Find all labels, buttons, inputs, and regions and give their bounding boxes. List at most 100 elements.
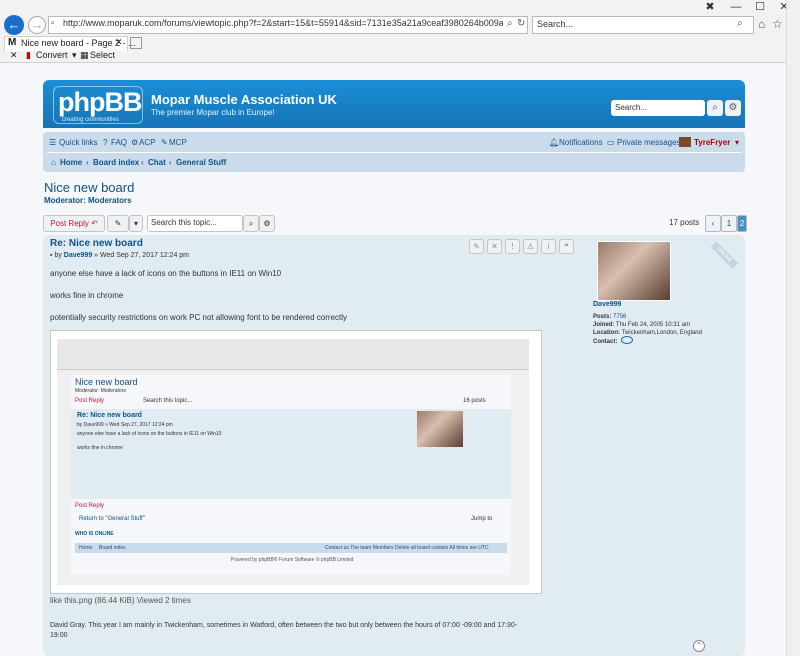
site-title: Mopar Muscle Association UK [151,92,337,107]
search-dropdown-icon[interactable]: ⌕ [507,18,513,29]
mcp-wrench-icon: ✎ [161,138,168,147]
screenshot-moderator: Moderator: Moderators [75,388,126,394]
quick-links-icon: ☰ [49,138,57,147]
user-avatar[interactable] [679,137,691,147]
logo-bar: phpBB creating communities Mopar Muscle … [43,80,745,128]
topic-title[interactable]: Nice new board [44,180,134,195]
attachment-caption[interactable]: like this.png (86.44 KiB) Viewed 2 times [50,596,191,605]
breadcrumb-general-stuff[interactable]: General Stuff [176,158,226,167]
signature-text: David Gray. This year I am mainly in Twi… [50,622,518,629]
convert-button[interactable]: Convert [36,50,68,60]
tab-row: M Nice new board - Page 2 - ... ✕ [0,36,786,51]
screenshot-footer-home: Home [79,545,93,551]
chevron-down-icon[interactable]: ▾ [735,138,739,147]
notifications-link[interactable]: Notifications [559,138,603,147]
site-description: The premier Mopar club in Europe! [151,108,275,117]
screenshot-post: Re: Nice new board by Dave999 » Wed Sep … [71,409,511,499]
breadcrumb-board-index[interactable]: Board index [93,158,139,167]
browser-toolbar: ✕ ▮ Convert ▾ ▦ Select [0,50,786,62]
select-button[interactable]: Select [90,50,115,60]
breadcrumb-chat[interactable]: Chat [148,158,166,167]
breadcrumb-separator: ‹ [141,158,144,167]
site-logo[interactable]: phpBB creating communities [53,86,143,124]
contact-speech-bubble-icon[interactable] [621,336,633,344]
delete-x-icon[interactable]: ✕ [487,239,502,254]
posts-count: 17 posts [669,218,700,227]
screenshot-posts-count: 16 posts [463,398,486,404]
site-search-box[interactable]: Search... [611,100,705,116]
page-1-link[interactable]: 1 [721,215,737,232]
forum-page: phpBB creating communities Mopar Muscle … [0,63,786,656]
browser-search-input[interactable]: Search... [537,19,573,29]
acp-link[interactable]: ACP [139,138,155,147]
posts-value[interactable]: 7756 [613,314,626,320]
attached-screenshot[interactable]: Nice new board Moderator: Moderators Pos… [50,330,542,594]
back-button[interactable]: ← [4,15,24,35]
report-exclamation-icon[interactable]: ! [505,239,520,254]
topic-tools-dropdown-icon[interactable]: ▾ [129,215,143,232]
post-text-line: works fine in chrome [50,291,124,300]
page-2-current: 2 [737,215,747,232]
logo-tagline: creating communities [62,117,119,123]
post-by-label: by [54,252,62,259]
reply-arrow-icon: ↶ [91,219,98,228]
close-toolbar-icon[interactable]: ✕ [10,50,18,61]
breadcrumb-home[interactable]: Home [60,158,82,167]
pagination-prev-icon[interactable]: ‹ [705,215,721,232]
mcp-link[interactable]: MCP [169,138,187,147]
post-text-line: anyone else have a lack of icons on the … [50,269,282,278]
advanced-search-gear-icon[interactable]: ⚙ [725,100,741,116]
post-title[interactable]: Re: Nice new board [50,238,143,249]
post-date: » Wed Sep 27, 2017 12:24 pm [94,252,189,259]
site-header: phpBB creating communities Mopar Muscle … [43,80,745,190]
author-avatar[interactable] [597,241,671,301]
location-value: Twickenham,London, England [621,330,702,336]
post-icon: ▪ [50,252,53,259]
inbox-icon: ▭ [607,138,615,147]
screenshot-content: Nice new board Moderator: Moderators Pos… [57,339,529,585]
moderator-link[interactable]: Moderators [88,196,132,205]
window-scrollbar[interactable] [786,0,800,656]
browser-search-box[interactable]: Search... ⌕ [532,16,754,34]
edit-pencil-icon[interactable]: ✎ [469,239,484,254]
tab-active[interactable]: M Nice new board - Page 2 - ... ✕ [4,36,136,51]
quick-links-menu[interactable]: Quick links [59,138,98,147]
warn-triangle-icon[interactable]: ⚠ [523,239,538,254]
convert-dropdown-icon[interactable]: ▾ [72,50,77,61]
page-icon: ▫ [51,18,55,29]
private-messages-link[interactable]: Private messages [617,138,681,147]
faq-link[interactable]: FAQ [111,138,127,147]
address-row: ← → ▫ http://www.moparuk.com/forums/view… [0,15,786,35]
site-search-input[interactable]: Search... [615,103,647,112]
post-author-link[interactable]: Dave999 [64,252,92,259]
topic-tools-wrench-icon[interactable]: ✎ [107,215,129,232]
topic-search-input[interactable]: Search this topic... [151,218,217,227]
quote-icon[interactable]: ❝ [559,239,574,254]
screenshot-powered-by: Powered by phpBB® Forum Software © phpBB… [231,557,354,563]
screenshot-search: Search this topic... [143,398,193,404]
browser-chrome: ✖ — ☐ ✕ ← → ▫ http://www.moparuk.com/for… [0,0,789,63]
screenshot-post-reply: Post Reply [75,398,105,404]
forward-button[interactable]: → [28,16,46,34]
search-icon[interactable]: ⌕ [737,18,743,29]
address-bar[interactable]: ▫ http://www.moparuk.com/forums/viewtopi… [48,16,528,34]
home-icon[interactable]: ⌂ [758,17,765,31]
faq-icon: ? [103,138,108,147]
topic-search-gear-icon[interactable]: ⚙ [259,215,275,232]
tab-close-icon[interactable]: ✕ [115,37,123,48]
favorites-star-icon[interactable]: ☆ [772,17,783,31]
refresh-icon[interactable]: ↻ [517,18,525,29]
new-tab-button[interactable] [130,37,142,49]
screenshot-jump-to: Jump to [471,516,493,522]
username-menu[interactable]: TyreFryer [694,138,730,147]
back-to-top-icon[interactable]: ⌃ [693,640,705,652]
post-reply-button[interactable]: Post Reply ↶ [43,215,105,232]
topic-search-box[interactable]: Search this topic... [147,215,243,232]
info-icon[interactable]: i [541,239,556,254]
screenshot-post-title: Re: Nice new board [77,412,142,419]
site-search-button[interactable]: ⌕ [707,100,723,116]
profile-posts-row: Posts: 7756 [593,314,626,320]
profile-username[interactable]: Dave999 [593,301,621,308]
breadcrumb-separator: ‹ [169,158,172,167]
topic-search-button[interactable]: ⌕ [243,215,259,232]
